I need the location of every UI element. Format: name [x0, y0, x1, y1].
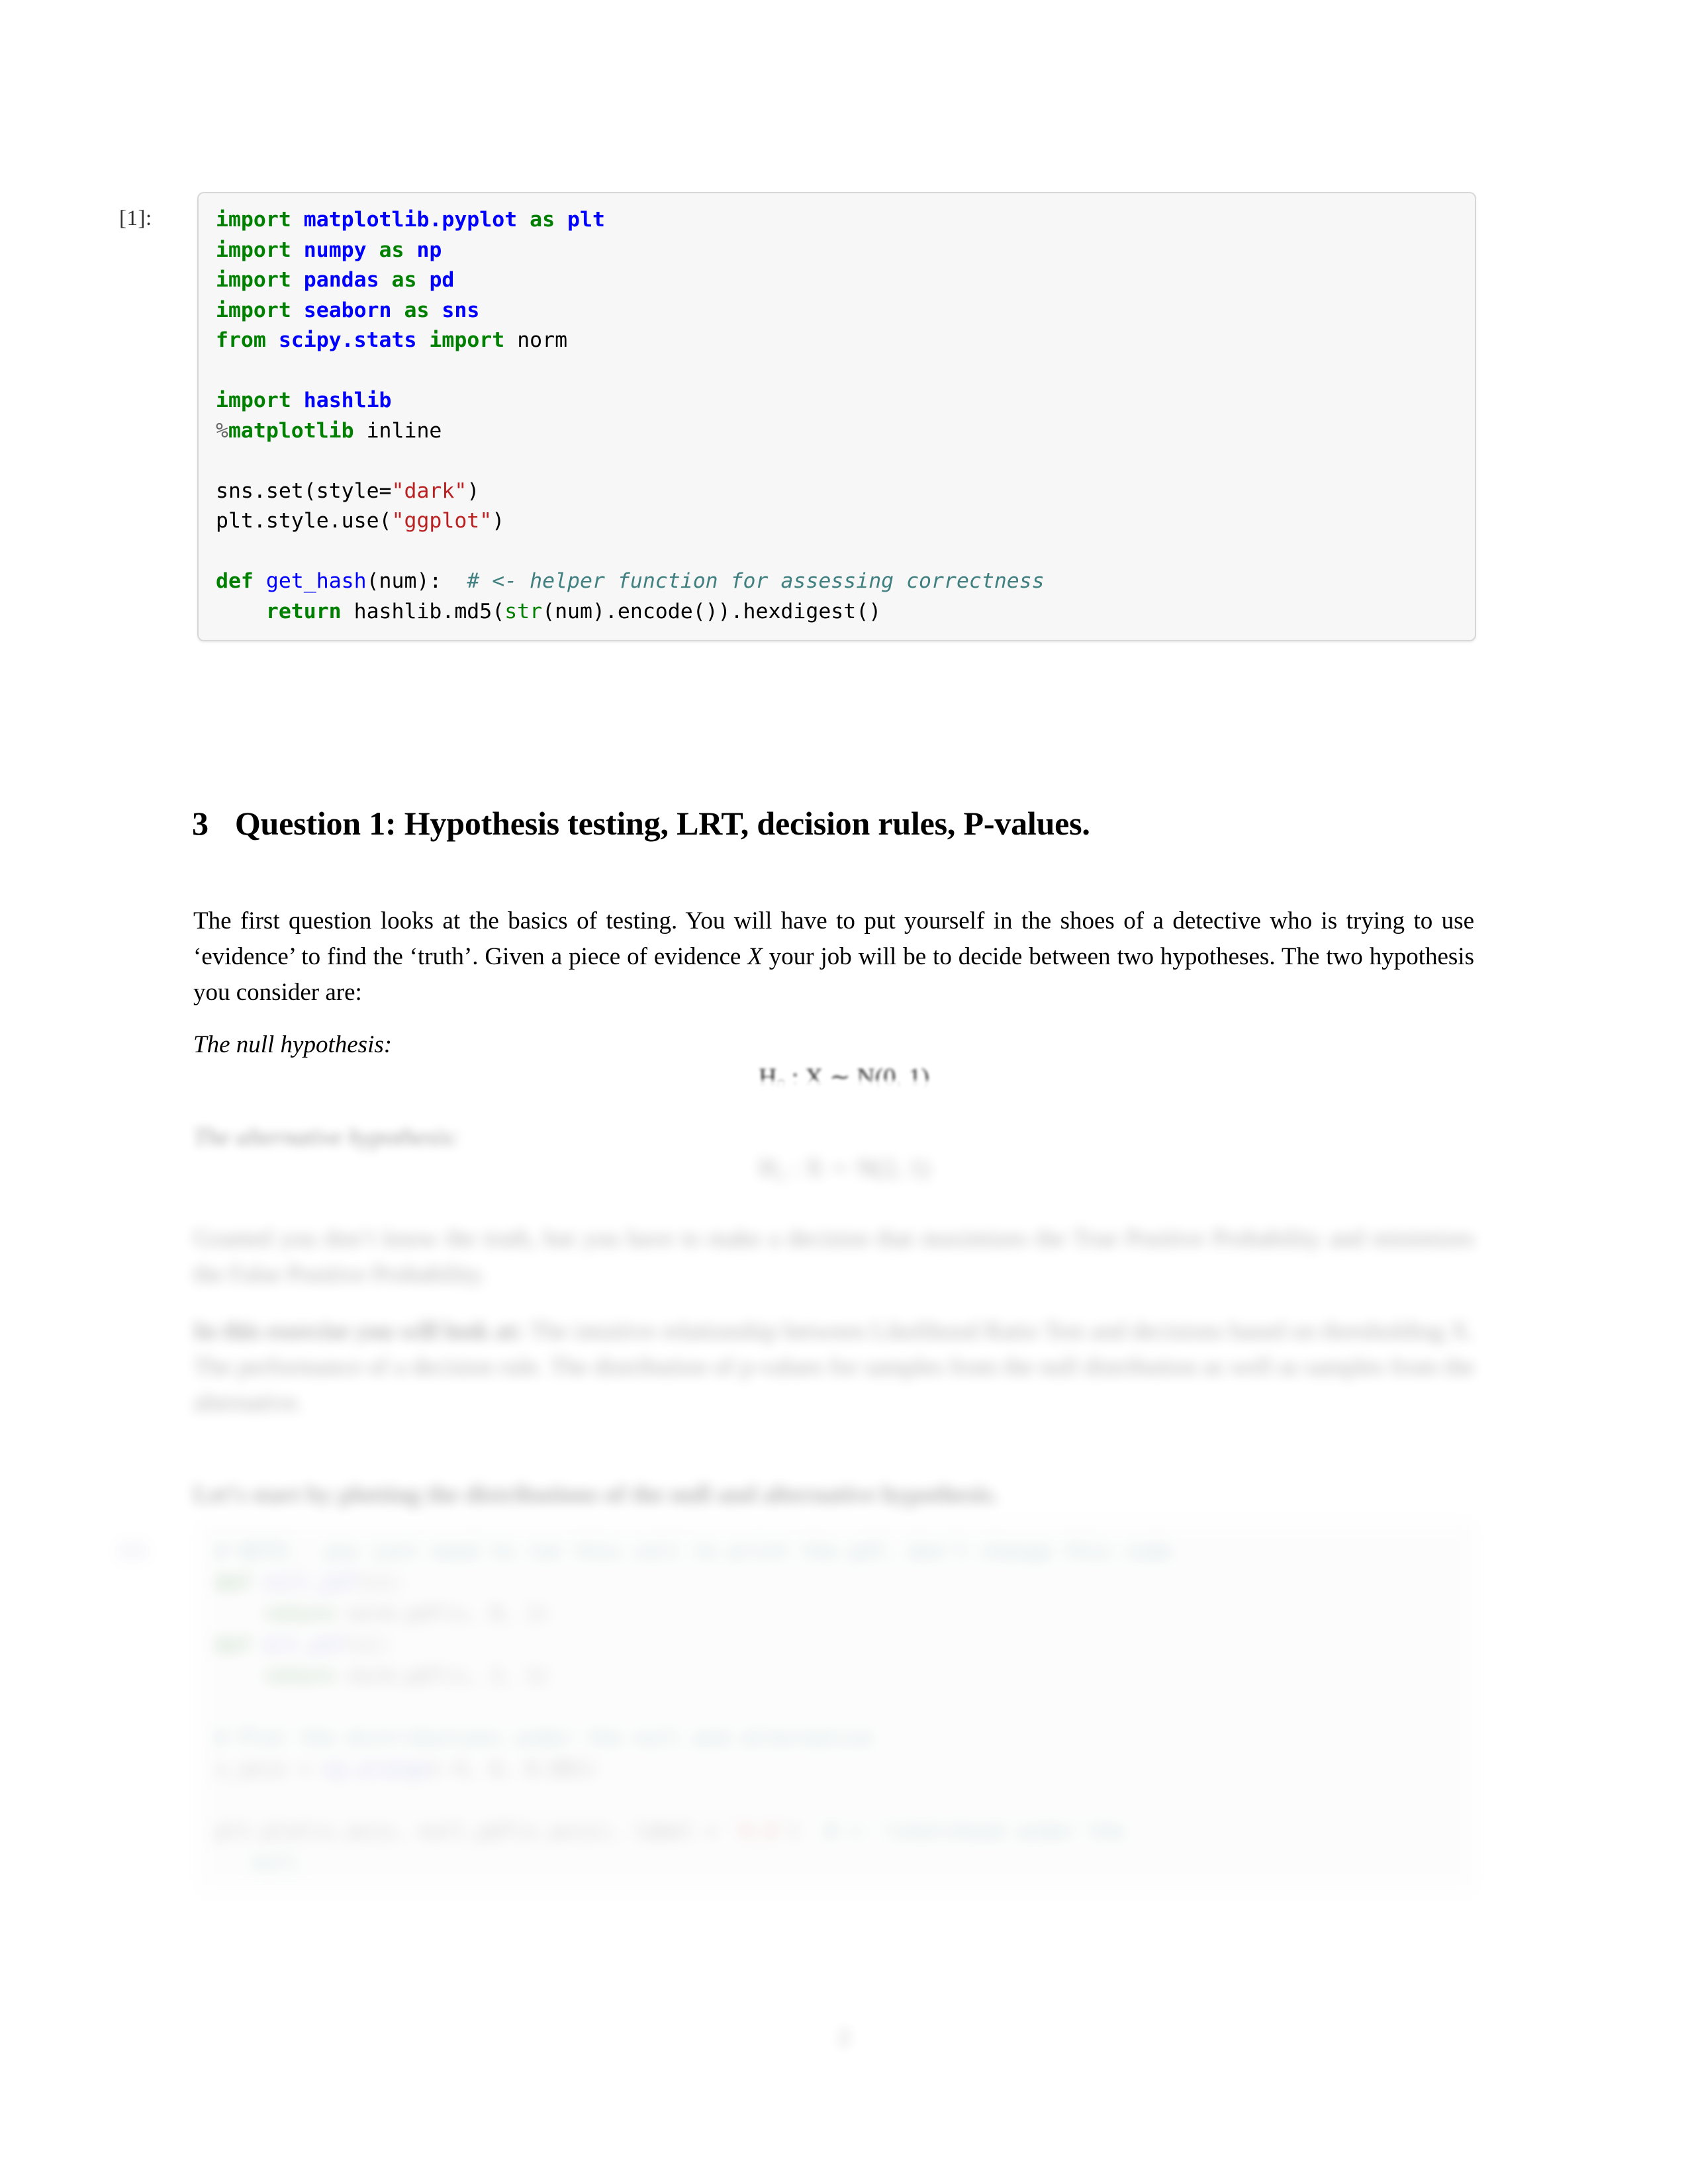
section-heading: 3 Question 1: Hypothesis testing, LRT, de…	[192, 804, 1090, 842]
code-cell-1[interactable]: [1]: import matplotlib.pyplot as plt imp…	[119, 192, 1476, 641]
alternative-hypothesis-label: The alternative hypothesis:	[193, 1120, 988, 1156]
document-page: [1]: import matplotlib.pyplot as plt imp…	[0, 0, 1688, 2184]
code-cell-2-editor[interactable]: # NOTE: you just need to run this cell t…	[197, 1522, 1476, 1892]
body-paragraph-3: In this exercise you will look at: The i…	[193, 1314, 1474, 1421]
null-hypothesis-label: The null hypothesis:	[193, 1027, 988, 1063]
code-cell-1-source: import matplotlib.pyplot as plt import n…	[216, 208, 1045, 623]
null-hypothesis-equation-sub: 0	[776, 1075, 786, 1095]
null-hypothesis-equation: H0 : X ∼ N(0, 1)	[0, 1062, 1688, 1095]
code-cell-1-prompt: [1]:	[119, 206, 152, 230]
page-number-text: 2	[838, 2025, 850, 2050]
alternative-hypothesis-label-text: The alternative hypothesis:	[193, 1124, 460, 1151]
intro-paragraph-math-x: X	[747, 943, 763, 970]
null-hypothesis-equation-rest: : X ∼ N(0, 1)	[785, 1064, 929, 1091]
body-paragraph-4-text: Let’s start by plotting the distribution…	[193, 1481, 998, 1508]
body-paragraph-4: Let’s start by plotting the distribution…	[193, 1477, 1474, 1513]
null-hypothesis-equation-H: H	[759, 1064, 777, 1091]
code-cell-2[interactable]: [2]: # NOTE: you just need to run this c…	[119, 1522, 1476, 1892]
null-hypothesis-label-text: The null hypothesis:	[193, 1031, 393, 1058]
code-cell-1-editor[interactable]: import matplotlib.pyplot as plt import n…	[197, 192, 1476, 641]
alternative-hypothesis-equation: H1 : X ∼ N(2, 1)	[0, 1153, 1688, 1186]
page-number: 2	[0, 2025, 1688, 2050]
alternative-hypothesis-equation-rest: : X ∼ N(2, 1)	[785, 1154, 929, 1182]
alternative-hypothesis-equation-sub: 1	[776, 1166, 786, 1186]
code-cell-2-prompt: [2]:	[119, 1538, 149, 1561]
section-number: 3	[192, 805, 209, 842]
code-cell-2-source: # NOTE: you just need to run this cell t…	[215, 1540, 1172, 1874]
intro-paragraph: The first question looks at the basics o…	[193, 903, 1474, 1011]
body-paragraph-3-lead: In this exercise you will look at:	[193, 1318, 524, 1345]
section-title: Question 1: Hypothesis testing, LRT, dec…	[234, 805, 1090, 842]
body-paragraph-2: Granted you don’t know the truth, but yo…	[193, 1221, 1474, 1293]
body-paragraph-2-text: Granted you don’t know the truth, but yo…	[193, 1225, 1474, 1288]
alternative-hypothesis-equation-H: H	[759, 1154, 777, 1182]
